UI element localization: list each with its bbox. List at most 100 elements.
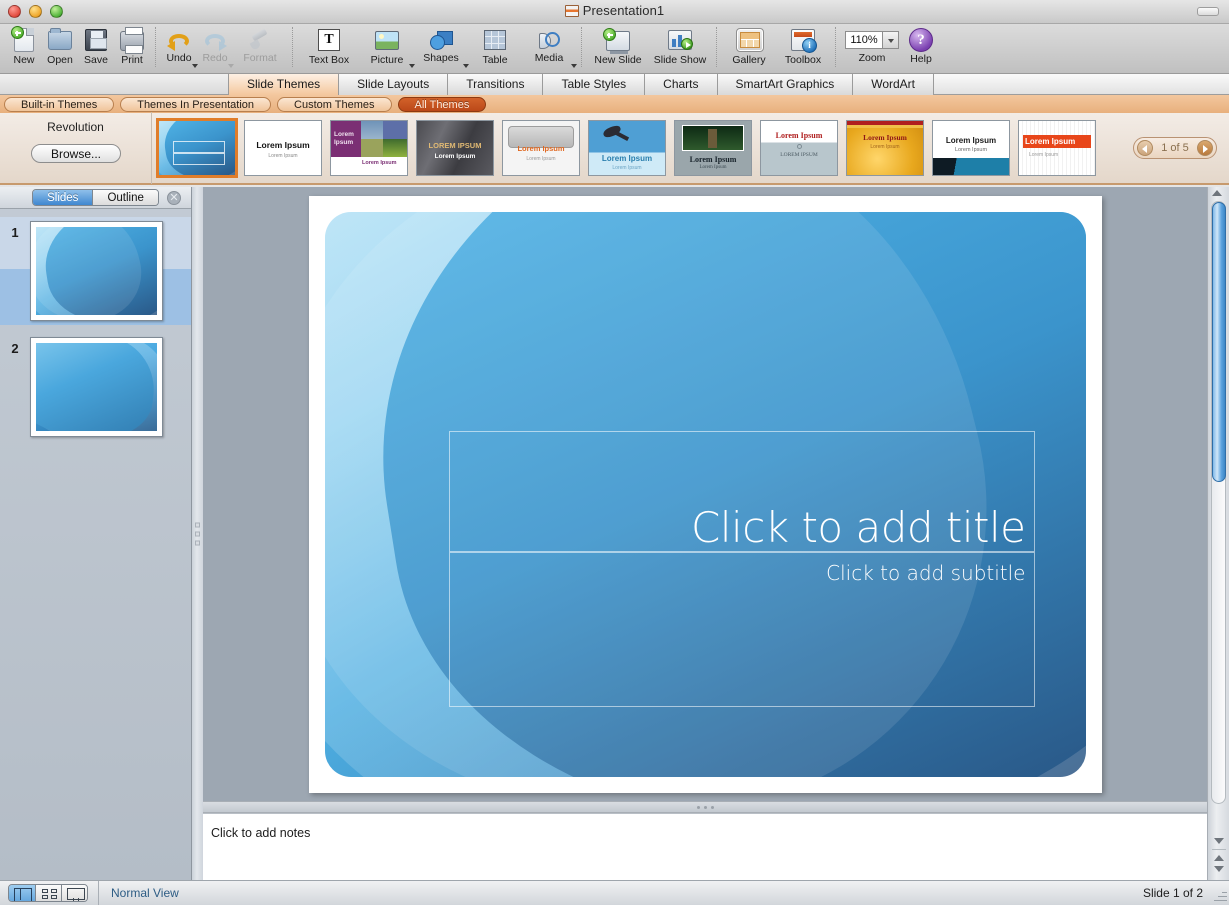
tabstrip-filler [934,74,1229,94]
toolbar-button-undo[interactable]: Undo [161,24,197,72]
save-disk-icon [83,27,109,53]
theme-thumb-subtitle: Lorem Ipsum [503,156,579,162]
vertical-scrollbar[interactable] [1207,187,1229,880]
scrollbar-thumb[interactable] [1212,202,1226,482]
window-title: Presentation1 [0,3,1229,18]
theme-thumb-mosaic[interactable]: Lorem Ipsum Lorem Ipsum [330,120,408,176]
scrollbar-separator [1212,849,1226,850]
title-placeholder[interactable]: Click to add title [449,431,1035,552]
pane-splitter[interactable] [192,187,203,880]
close-pane-icon[interactable]: ✕ [167,191,181,205]
filter-custom-themes[interactable]: Custom Themes [277,97,392,112]
gallery-icon [736,27,762,53]
toolbar-button-table[interactable]: Table [468,24,522,72]
tab-slide-layouts[interactable]: Slide Layouts [339,74,448,95]
new-document-icon [11,27,37,53]
gallery-next-button[interactable] [1197,140,1213,156]
theme-thumb-title: Lorem Ipsum [1025,137,1075,146]
theme-thumb-revolution[interactable] [158,120,236,176]
filter-all-themes[interactable]: All Themes [398,97,487,112]
theme-thumb-wave[interactable]: Lorem Ipsum Lorem Ipsum [932,120,1010,176]
toolbar-button-print[interactable]: Print [114,24,150,72]
slide-preview[interactable] [30,337,163,437]
zoom-stepper-icon[interactable] [883,31,899,49]
slide-thumbnail-item-2[interactable]: 2 [0,333,191,441]
toolbar-button-format[interactable]: Format [233,24,287,72]
tab-slide-themes[interactable]: Slide Themes [228,74,339,95]
theme-thumb-sky-jump[interactable]: Lorem Ipsum Lorem Ipsum [588,120,666,176]
toolbar-button-gallery[interactable]: Gallery [722,24,776,72]
slide-counter-label: Slide 1 of 2 [1143,886,1203,900]
tab-transitions[interactable]: Transitions [448,74,543,95]
filter-built-in-themes[interactable]: Built-in Themes [4,97,114,112]
toolbar-divider [581,27,582,67]
toolbar-button-text-box[interactable]: Text Box [298,24,360,72]
theme-thumb-subtitle: Lorem Ipsum [675,165,751,170]
theme-thumb-monument[interactable]: Lorem Ipsum Lorem Ipsum [674,120,752,176]
theme-thumb-subtitle: LOREM IPSUM [761,152,837,158]
slide-show-view-button[interactable] [61,885,87,902]
notes-pane[interactable]: Click to add notes [203,813,1207,880]
toolbar-button-help[interactable]: ? Help [903,24,939,72]
tab-charts[interactable]: Charts [645,74,717,95]
outline-tab[interactable]: Outline [92,190,157,205]
tab-wordart[interactable]: WordArt [853,74,934,95]
scrollbar-track[interactable] [1211,201,1226,804]
theme-gallery: Revolution Browse... Lorem Ipsum Lorem I… [0,113,1229,185]
theme-thumb-bevel[interactable]: Lorem Ipsum Lorem Ipsum [502,120,580,176]
toolbar-button-picture[interactable]: Picture [360,24,414,72]
gallery-page-label: 1 of 5 [1161,142,1189,154]
toolbar-button-redo[interactable]: Redo [197,24,233,72]
theme-thumb-classic[interactable]: Lorem Ipsum LOREM IPSUM [760,120,838,176]
slide-preview[interactable] [30,221,163,321]
slide-paper[interactable]: Click to add title Click to add subtitle [309,196,1102,793]
media-menu-caret-icon[interactable] [571,64,577,68]
main-toolbar: New Open Save Print Undo Redo [0,24,1229,74]
scroll-up-arrow-icon[interactable] [1212,190,1222,196]
subtitle-placeholder[interactable]: Click to add subtitle [449,552,1035,707]
redo-arrow-icon [203,29,227,51]
slides-pane-header: Slides Outline ✕ [0,187,191,209]
toolbar-zoom-control[interactable]: 110% Zoom [841,24,903,72]
toolbar-button-new-slide[interactable]: New Slide [587,24,649,72]
window-title-text: Presentation1 [583,3,665,18]
slide-thumbnail-item-1[interactable]: 1 [0,217,191,325]
subtitle-placeholder-text: Click to add subtitle [826,553,1033,585]
toolbar-button-shapes[interactable]: Shapes [414,24,468,72]
theme-thumb-white[interactable]: Lorem Ipsum Lorem Ipsum [244,120,322,176]
toolbar-button-toolbox[interactable]: Toolbox [776,24,830,72]
toolbar-divider [835,27,836,67]
notes-placeholder-text: Click to add notes [211,826,1207,840]
slide-sorter-view-button[interactable] [35,885,61,902]
toolbar-button-slide-show[interactable]: Slide Show [649,24,711,72]
slide-stage[interactable]: Click to add title Click to add subtitle [325,212,1086,777]
toolbox-icon [790,27,816,53]
browse-button[interactable]: Browse... [31,144,121,163]
notes-splitter[interactable] [203,801,1207,813]
status-bar: Normal View Slide 1 of 2 [0,880,1229,905]
tab-smartart-graphics[interactable]: SmartArt Graphics [718,74,854,95]
slide-show-icon [667,27,693,53]
toolbar-button-save[interactable]: Save [78,24,114,72]
theme-thumb-harvest[interactable]: Lorem Ipsum Lorem Ipsum [846,120,924,176]
normal-view-button[interactable] [9,885,35,902]
theme-thumb-subtitle: Lorem Ipsum [417,153,493,160]
toolbar-button-open[interactable]: Open [42,24,78,72]
next-slide-arrow-icon[interactable] [1214,838,1224,844]
gallery-prev-button[interactable] [1137,140,1153,156]
zoom-input[interactable]: 110% [845,31,883,49]
scroll-line-up-arrow-icon[interactable] [1214,855,1224,861]
toolbar-toggle-button[interactable] [1197,7,1219,16]
current-theme-name: Revolution [0,120,151,134]
theme-thumb-banner[interactable]: Lorem Ipsum Lorem Ipsum [1018,120,1096,176]
theme-thumb-dark-satin[interactable]: LOREM IPSUM Lorem Ipsum [416,120,494,176]
slides-tab[interactable]: Slides [33,190,92,205]
window-resize-grip[interactable] [1213,889,1227,903]
theme-thumb-title: Lorem Ipsum [933,136,1009,145]
filter-themes-in-presentation[interactable]: Themes In Presentation [120,97,271,112]
toolbar-button-media[interactable]: Media [522,24,576,72]
tab-table-styles[interactable]: Table Styles [543,74,645,95]
scroll-line-down-arrow-icon[interactable] [1214,866,1224,872]
slide-number: 1 [0,221,30,240]
toolbar-button-new[interactable]: New [6,24,42,72]
